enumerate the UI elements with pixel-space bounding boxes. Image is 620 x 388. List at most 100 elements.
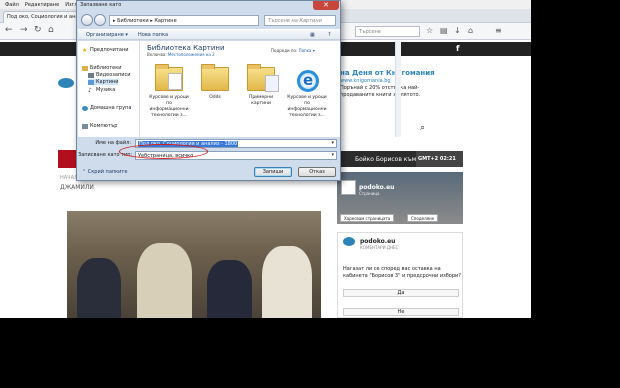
poll-option-yes[interactable]: Да [343, 289, 459, 297]
forward-arrow-icon[interactable] [94, 14, 106, 26]
search-icon[interactable]: ⌕ [420, 123, 425, 133]
promo-url[interactable]: www.knigomania.bg [340, 78, 391, 84]
fb-avatar [341, 180, 356, 195]
folder-icon [155, 64, 183, 91]
dialog-body: ★ Предпочитани Библиотеки Видеозаписи Кар… [78, 41, 401, 137]
home-icon-2[interactable]: ⌂ [468, 26, 473, 35]
folder-label: Odds [209, 95, 221, 100]
fb-page-sub: Страница [359, 191, 380, 196]
video-icon [88, 72, 94, 78]
save-form: Име на файл: Под око, Социология и анали… [78, 138, 340, 180]
folder-label: Курсове и уроци по информационни техноло… [287, 95, 327, 118]
document-thumbnail [168, 73, 182, 90]
clock-badge: GMT+2 02:21 [416, 151, 463, 167]
cancel-button[interactable]: Отказ [298, 167, 336, 177]
nav-pictures[interactable]: Картини [88, 79, 119, 85]
organize-button[interactable]: Организиране ▾ [86, 32, 128, 38]
menu-icon[interactable]: ≡ [495, 26, 502, 35]
photo-figure [77, 258, 121, 318]
facebook-widget[interactable]: podoko.eu Страница Харесвам страницата С… [337, 172, 463, 224]
folder-item[interactable]: Курсове и уроци по информационни техноло… [285, 65, 329, 137]
new-folder-button[interactable]: Нова папка [138, 32, 168, 38]
help-icon[interactable]: ? [328, 32, 331, 38]
nav-libraries[interactable]: Библиотеки [82, 65, 122, 71]
navigation-pane: ★ Предпочитани Библиотеки Видеозаписи Кар… [78, 41, 140, 137]
file-name-label: Име на файл: [95, 140, 131, 146]
promo-title[interactable]: на Деня от Книгомания [340, 69, 435, 77]
download-icon[interactable]: ↓ [454, 26, 461, 35]
browser-tab[interactable]: Под око, Социология и анализ [3, 11, 83, 23]
folder-label: Курсове и уроци по информационни техноло… [149, 95, 189, 118]
reload-icon[interactable]: ↻ [34, 26, 42, 35]
star-icon: ★ [82, 46, 88, 54]
menu-edit[interactable]: Редактиране [25, 2, 59, 8]
nav-label: Компютър [90, 123, 118, 129]
library-icon[interactable]: ▤ [440, 26, 448, 35]
close-icon[interactable]: ✕ [313, 1, 339, 10]
folder-item[interactable]: Примерни картини [239, 64, 283, 137]
photo-figure [207, 260, 252, 318]
computer-icon [82, 123, 88, 129]
photo-figure [137, 243, 192, 318]
library-sub-prefix: Включва: [147, 52, 167, 57]
library-subtitle: Включва: Местоположения на 2 [147, 52, 215, 57]
annotation-oval [119, 144, 208, 159]
vertical-scrollbar[interactable] [395, 41, 401, 137]
nav-videos[interactable]: Видеозаписи [88, 72, 131, 78]
bookmark-star-icon[interactable]: ☆ [426, 26, 433, 35]
poll-question: Нагазат ли се спорeд вас оставка на каби… [343, 266, 461, 279]
library-title: Библиотека Картини [147, 44, 225, 52]
nav-label: Видеозаписи [96, 72, 131, 78]
save-button[interactable]: Запиши [254, 167, 292, 177]
pictures-icon [88, 79, 94, 85]
poll-widget: podoko.eu КОМЕНТАРИ ДНЕС Нагазат ли се с… [337, 232, 463, 318]
dialog-title: Запазване като [80, 2, 122, 8]
chevron-down-icon[interactable]: ▾ [331, 140, 334, 146]
nav-favorites[interactable]: ★ Предпочитани [82, 47, 129, 53]
address-part-libraries[interactable]: Библиотеки [117, 18, 149, 24]
fb-like-button[interactable]: Харесвам страницата [340, 214, 395, 222]
nav-computer[interactable]: Компютър [82, 123, 117, 129]
file-list: Библиотека Картини Включва: Местоположен… [141, 41, 401, 137]
home-icon[interactable]: ⌂ [48, 26, 54, 35]
chevron-down-icon[interactable]: ▾ [331, 152, 334, 158]
facebook-icon[interactable]: f [456, 44, 459, 53]
article-category[interactable]: ДЖАМИЛИ [60, 184, 94, 191]
nav-homegroup[interactable]: Домашна група [82, 105, 131, 111]
screen: Файл Редактиране Изглед Под око, Социоло… [0, 0, 531, 318]
poll-subtitle: КОМЕНТАРИ ДНЕС [360, 245, 399, 250]
address-part-pictures[interactable]: Картине [154, 18, 176, 24]
back-icon[interactable]: ← [5, 26, 13, 35]
nav-music[interactable]: ♪ Музика [88, 87, 115, 93]
address-bar[interactable]: ▸ Библиотеки ▸ Картине [109, 15, 259, 26]
image-thumbnail [265, 75, 279, 92]
library-icon [82, 65, 88, 71]
nav-label: Музика [96, 87, 116, 93]
poll-option-no[interactable]: Не [343, 308, 459, 316]
view-options-icon[interactable]: ▦ [310, 32, 315, 38]
folder-label: Примерни картини [248, 95, 274, 106]
promo-text: Порънай с 20% отстъпка най-продаваните к… [340, 85, 421, 98]
forward-icon[interactable]: → [20, 26, 28, 35]
menu-file[interactable]: Файл [5, 2, 19, 8]
save-as-dialog: Запазване като ✕ ▸ Библиотеки ▸ Картине … [76, 0, 401, 181]
poll-logo [343, 237, 355, 246]
poll-site-name: podoko.eu [360, 238, 396, 245]
arrange-by[interactable]: Подреди по: Папка ▾ [271, 48, 315, 53]
arrange-value[interactable]: Папка ▾ [299, 48, 315, 53]
library-locations-link[interactable]: Местоположения на 2 [168, 52, 215, 57]
dialog-search-input[interactable]: Търсене на Картини [264, 15, 336, 26]
folder-item[interactable]: Odds [193, 64, 237, 137]
article-photo[interactable] [67, 211, 321, 318]
folder-icon [247, 64, 279, 92]
nav-label: Домашна група [90, 105, 132, 111]
fb-page-name[interactable]: podoko.eu [359, 184, 394, 191]
hide-folders-toggle[interactable]: ⌃ Скрий папките [82, 169, 127, 175]
fb-share-button[interactable]: Споделяне [407, 214, 439, 222]
dialog-toolbar: Организиране ▾ Нова папка ▦ ? [78, 29, 340, 40]
arrange-prefix: Подреди по: [271, 48, 298, 53]
site-logo[interactable] [58, 78, 74, 88]
back-arrow-icon[interactable] [81, 14, 93, 26]
folder-item[interactable]: Курсове и уроци по информационни техноло… [147, 64, 191, 137]
search-box[interactable]: Търсене [355, 26, 420, 37]
